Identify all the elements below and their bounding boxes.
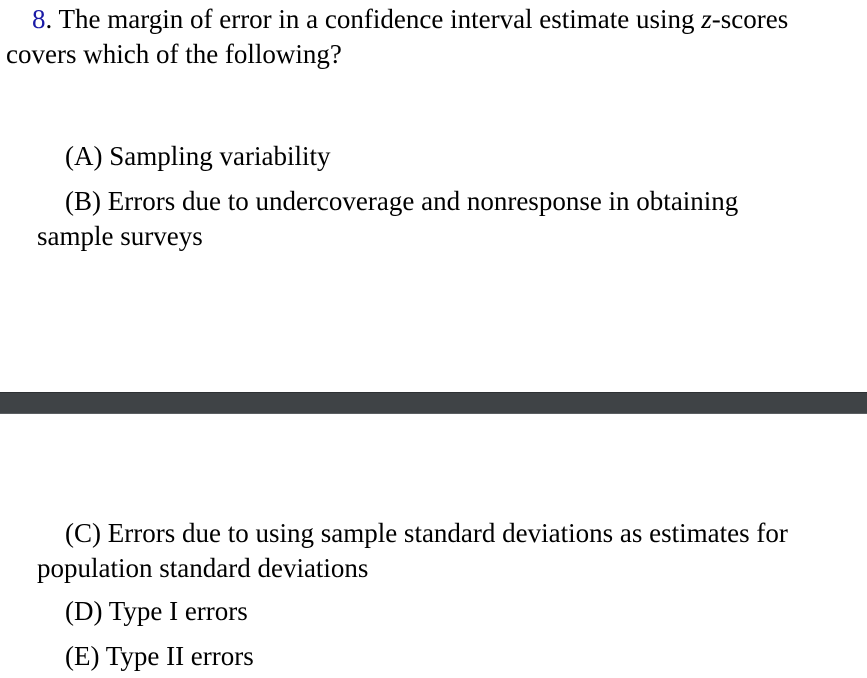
z-variable: z bbox=[701, 4, 712, 34]
question-line-1: 8. The margin of error in a confidence i… bbox=[6, 2, 867, 37]
option-a-text: (A) Sampling variability bbox=[65, 141, 331, 171]
question-text: 8. The margin of error in a confidence i… bbox=[6, 2, 867, 72]
option-d-text: (D) Type I errors bbox=[65, 596, 248, 626]
option-b-text-line-1: (B) Errors due to undercoverage and nonr… bbox=[65, 186, 739, 216]
option-a: (A) Sampling variability bbox=[37, 139, 330, 174]
option-e-text: (E) Type II errors bbox=[65, 641, 254, 671]
option-c-text-line-1: (C) Errors due to using sample standard … bbox=[65, 518, 788, 548]
question-line-2: covers which of the following? bbox=[6, 39, 342, 69]
option-c: (C) Errors due to using sample standard … bbox=[37, 516, 788, 586]
question-stem-start: . The margin of error in a confidence in… bbox=[45, 4, 702, 34]
question-number: 8 bbox=[32, 4, 46, 34]
option-b: (B) Errors due to undercoverage and nonr… bbox=[37, 184, 738, 254]
question-stem-end: -scores bbox=[711, 4, 789, 34]
option-d: (D) Type I errors bbox=[37, 594, 248, 629]
page-bottom-section: (C) Errors due to using sample standard … bbox=[0, 414, 867, 678]
option-c-text-line-2: population standard deviations bbox=[37, 553, 369, 583]
option-b-text-line-2: sample surveys bbox=[37, 221, 203, 251]
option-e: (E) Type II errors bbox=[37, 639, 254, 674]
page-top-section: 8. The margin of error in a confidence i… bbox=[0, 0, 867, 392]
page-break-bar bbox=[0, 392, 867, 414]
